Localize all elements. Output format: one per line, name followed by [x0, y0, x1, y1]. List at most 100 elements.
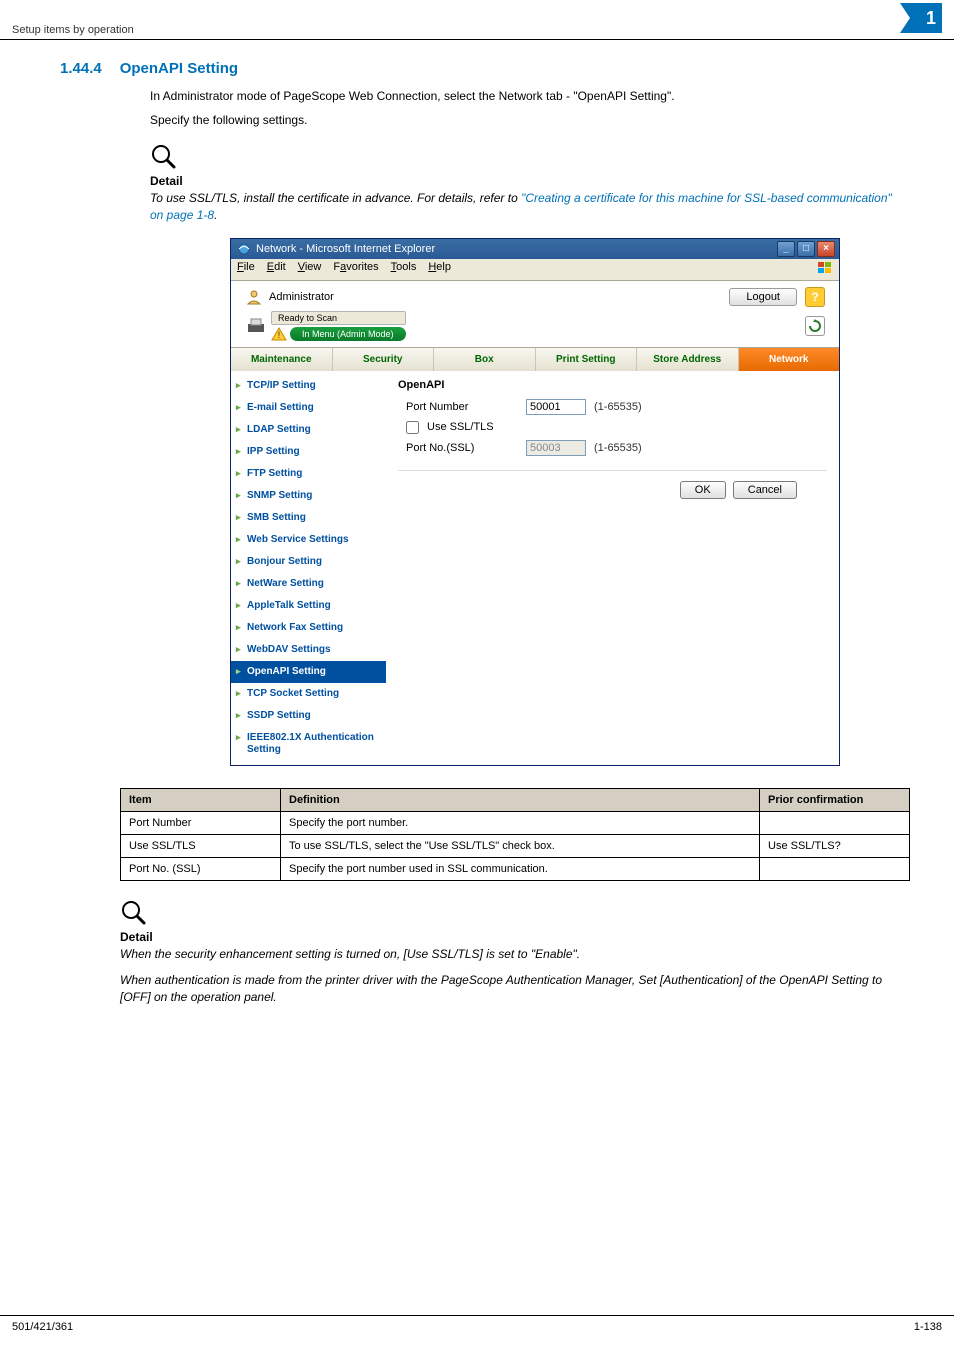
tab-security[interactable]: Security — [333, 348, 435, 371]
cell-prior: Use SSL/TLS? — [760, 834, 910, 857]
nav-netware[interactable]: NetWare Setting — [231, 573, 386, 595]
nav-ipp[interactable]: IPP Setting — [231, 441, 386, 463]
windows-flag-icon — [817, 261, 833, 278]
help-button[interactable]: ? — [805, 287, 825, 307]
port-ssl-range: (1-65535) — [594, 442, 642, 454]
nav-snmp[interactable]: SNMP Setting — [231, 485, 386, 507]
th-item: Item — [121, 788, 281, 811]
header-breadcrumb: Setup items by operation — [12, 24, 134, 36]
cell-prior — [760, 811, 910, 834]
window-titlebar: Network - Microsoft Internet Explorer _ … — [231, 239, 839, 259]
close-button[interactable]: × — [817, 241, 835, 257]
port-ssl-input[interactable] — [526, 440, 586, 456]
menu-tools[interactable]: Tools — [391, 261, 417, 278]
nav-ieee[interactable]: IEEE802.1X Authentication Setting — [231, 727, 386, 761]
refresh-button[interactable] — [805, 316, 825, 336]
minimize-button[interactable]: _ — [777, 241, 795, 257]
tab-box[interactable]: Box — [434, 348, 536, 371]
tab-store[interactable]: Store Address — [637, 348, 739, 371]
admin-right: Logout ? — [729, 287, 825, 307]
admin-icon — [245, 289, 263, 305]
detail2-line1: When the security enhancement setting is… — [120, 946, 894, 963]
nav-tcpip[interactable]: TCP/IP Setting — [231, 375, 386, 397]
nav-ldap[interactable]: LDAP Setting — [231, 419, 386, 441]
cell-prior — [760, 857, 910, 880]
intro-para-1: In Administrator mode of PageScope Web C… — [150, 87, 894, 105]
table-row: Port No. (SSL) Specify the port number u… — [121, 857, 910, 880]
detail2-line2: When authentication is made from the pri… — [120, 972, 894, 1006]
menu-favorites[interactable]: Favorites — [333, 261, 378, 278]
nav-ssdp[interactable]: SSDP Setting — [231, 705, 386, 727]
nav-ftp[interactable]: FTP Setting — [231, 463, 386, 485]
admin-bar: Administrator Logout ? — [231, 281, 839, 311]
chapter-number: 1 — [926, 9, 936, 27]
admin-left: Administrator — [245, 289, 334, 305]
cell-definition: Specify the port number. — [281, 811, 760, 834]
logout-button[interactable]: Logout — [729, 288, 797, 306]
magnifier-icon — [120, 899, 894, 928]
printer-icon — [245, 316, 267, 336]
row-use-ssl: Use SSL/TLS — [398, 421, 827, 434]
browser-window: Network - Microsoft Internet Explorer _ … — [230, 238, 840, 766]
page-header: Setup items by operation 1 — [0, 0, 954, 40]
refresh-icon — [808, 319, 822, 333]
tab-network[interactable]: Network — [739, 348, 840, 371]
port-ssl-label: Port No.(SSL) — [398, 442, 518, 454]
ie-icon — [237, 242, 251, 256]
row-port-number: Port Number (1-65535) — [398, 399, 827, 415]
pane-title: OpenAPI — [398, 379, 827, 391]
section-title: OpenAPI Setting — [120, 60, 238, 77]
ok-button[interactable]: OK — [680, 481, 726, 499]
status-left: Ready to Scan ! In Menu (Admin Mode) — [245, 311, 406, 341]
menu-help[interactable]: Help — [428, 261, 451, 278]
th-definition: Definition — [281, 788, 760, 811]
footer-left: 501/421/361 — [12, 1321, 73, 1333]
ready-label: Ready to Scan — [271, 311, 406, 325]
detail1-suffix: . — [214, 208, 217, 222]
nav-bonjour[interactable]: Bonjour Setting — [231, 551, 386, 573]
footer-right: 1-138 — [914, 1321, 942, 1333]
panel: TCP/IP Setting E-mail Setting LDAP Setti… — [231, 371, 839, 765]
status-bar: Ready to Scan ! In Menu (Admin Mode) — [231, 311, 839, 347]
content-area: 1.44.4 OpenAPI Setting In Administrator m… — [0, 40, 954, 1006]
table-header-row: Item Definition Prior confirmation — [121, 788, 910, 811]
nav-appletalk[interactable]: AppleTalk Setting — [231, 595, 386, 617]
page-footer: 501/421/361 1-138 — [0, 1315, 954, 1333]
warning-icon: ! — [271, 327, 287, 341]
nav-websvc[interactable]: Web Service Settings — [231, 529, 386, 551]
nav-netfax[interactable]: Network Fax Setting — [231, 617, 386, 639]
nav-smb[interactable]: SMB Setting — [231, 507, 386, 529]
items-table: Item Definition Prior confirmation Port … — [120, 788, 910, 881]
magnifier-icon — [150, 143, 894, 172]
window-controls: _ □ × — [777, 241, 835, 257]
cell-item: Port Number — [121, 811, 281, 834]
detail1-prefix: To use SSL/TLS, install the certificate … — [150, 191, 521, 205]
nav-tcpsocket[interactable]: TCP Socket Setting — [231, 683, 386, 705]
nav-webdav[interactable]: WebDAV Settings — [231, 639, 386, 661]
app-body: Administrator Logout ? Ready to Scan ! I… — [231, 281, 839, 765]
tab-maintenance[interactable]: Maintenance — [231, 348, 333, 371]
section-number: 1.44.4 — [60, 60, 102, 77]
cell-definition: To use SSL/TLS, select the "Use SSL/TLS"… — [281, 834, 760, 857]
side-nav: TCP/IP Setting E-mail Setting LDAP Setti… — [231, 371, 386, 765]
th-prior: Prior confirmation — [760, 788, 910, 811]
titlebar-left: Network - Microsoft Internet Explorer — [237, 242, 435, 256]
window-title: Network - Microsoft Internet Explorer — [256, 243, 435, 255]
maximize-button[interactable]: □ — [797, 241, 815, 257]
nav-email[interactable]: E-mail Setting — [231, 397, 386, 419]
tab-print[interactable]: Print Setting — [536, 348, 638, 371]
menubar: File Edit View Favorites Tools Help — [231, 259, 839, 281]
detail-label-2: Detail — [120, 930, 894, 944]
menu-file[interactable]: File — [237, 261, 255, 278]
port-number-label: Port Number — [398, 401, 518, 413]
in-menu-pill: In Menu (Admin Mode) — [290, 327, 406, 341]
nav-openapi[interactable]: OpenAPI Setting — [231, 661, 386, 683]
cancel-button[interactable]: Cancel — [733, 481, 797, 499]
menu-view[interactable]: View — [298, 261, 322, 278]
settings-pane: OpenAPI Port Number (1-65535) Use SSL/TL… — [386, 371, 839, 765]
detail-text-1: To use SSL/TLS, install the certificate … — [150, 190, 894, 224]
port-number-input[interactable] — [526, 399, 586, 415]
section-heading: 1.44.4 OpenAPI Setting — [60, 60, 894, 77]
menu-edit[interactable]: Edit — [267, 261, 286, 278]
use-ssl-checkbox[interactable] — [406, 421, 419, 434]
